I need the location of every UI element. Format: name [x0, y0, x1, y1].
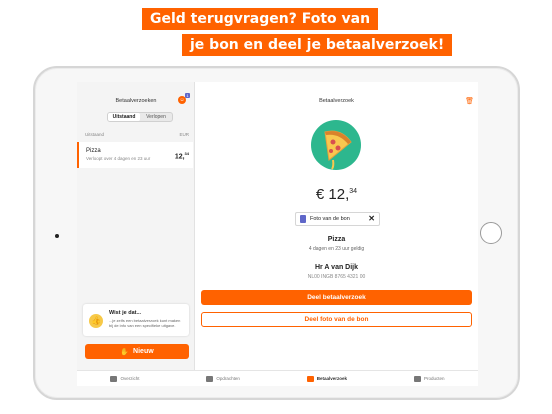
requests-list-panel: Betaalverzoeken ☺ 1 Uitstaand Verlopen U…	[77, 82, 195, 370]
tab-label: Overzicht	[120, 376, 140, 381]
iban-text: NL00 INGB 8765 4321 00	[307, 274, 366, 280]
request-icon	[306, 375, 314, 382]
close-icon[interactable]: ✕	[368, 215, 375, 223]
app-store-screenshot: Geld terugvragen? Foto van je bon en dee…	[0, 0, 552, 414]
request-amount-main: 12,	[174, 153, 185, 161]
tab-bar: Overzicht Opdrachten Betaalverzoek Produ…	[77, 370, 478, 386]
tip-body: ...je zelfs een betaalverzoek kunt maken…	[109, 318, 181, 328]
thumbs-up-icon: 👍	[89, 314, 103, 328]
detail-title: Betaalverzoek	[319, 98, 354, 104]
column-header-right: EUR	[179, 132, 189, 137]
request-amount-cents: 34	[184, 151, 189, 156]
marketing-headline-line1: Geld terugvragen? Foto van	[142, 8, 379, 30]
trash-icon[interactable]: 🗑	[465, 97, 474, 105]
tablet-screen: 9:41 Woe 25 mrt. ▂▄▆ 100% Betaalverzoeke…	[77, 82, 478, 386]
product-name: Pizza	[327, 236, 346, 243]
request-amount: 12,34	[175, 151, 189, 160]
tab-producten[interactable]: Producten	[413, 375, 445, 382]
wallet-icon	[110, 375, 118, 382]
tablet-frame: 9:41 Woe 25 mrt. ▂▄▆ 100% Betaalverzoeke…	[33, 66, 520, 400]
detail-amount-main: € 12,	[315, 186, 350, 203]
hand-coin-icon: ✋	[120, 348, 130, 356]
segment-uitstaand[interactable]: Uitstaand	[108, 113, 140, 121]
receipt-photo-chip[interactable]: Foto van de bon ✕	[295, 212, 380, 226]
marketing-headline-line2: je bon en deel je betaalverzoek!	[182, 34, 453, 56]
account-holder: Hr A van Dijk	[314, 264, 359, 271]
tab-opdrachten[interactable]: Opdrachten	[206, 375, 240, 382]
tab-label: Betaalverzoek	[316, 376, 348, 381]
list-item[interactable]: Pizza Verloopt over 4 dagen en 23 uur 12…	[77, 142, 193, 168]
tab-label: Opdrachten	[216, 376, 240, 381]
person-icon: ☺	[179, 97, 185, 103]
tab-overzicht[interactable]: Overzicht	[110, 375, 140, 382]
detail-amount: € 12,34	[195, 186, 478, 203]
request-detail-panel: Betaalverzoek 🗑 € 12,34 Foto van de bon …	[195, 82, 478, 370]
receipt-icon	[300, 215, 306, 223]
notification-badge: 1	[185, 93, 190, 98]
tip-title: Wist je dat...	[109, 310, 142, 316]
home-button[interactable]	[480, 222, 502, 244]
list-column-header: Uitstaand EUR	[85, 132, 189, 137]
validity-text: 4 dagen en 23 uur geldig	[308, 246, 365, 252]
profile-button[interactable]: ☺ 1	[178, 93, 190, 104]
segment-control: Uitstaand Verlopen	[107, 112, 173, 122]
camera-dot	[55, 234, 59, 238]
new-request-button[interactable]: ✋ Nieuw	[85, 344, 189, 359]
pizza-illustration	[311, 120, 361, 170]
share-receipt-photo-button[interactable]: Deel foto van de bon	[201, 312, 472, 327]
segment-verlopen[interactable]: Verlopen	[140, 113, 172, 121]
detail-amount-cents: 34	[349, 188, 358, 195]
briefcase-icon	[413, 375, 421, 382]
share-request-button[interactable]: Deel betaalverzoek	[201, 290, 472, 305]
calendar-icon	[206, 375, 214, 382]
tab-label: Producten	[423, 376, 445, 381]
tip-card[interactable]: 👍 Wist je dat... ...je zelfs een betaalv…	[83, 304, 189, 336]
request-name: Pizza	[86, 148, 101, 154]
column-header-left: Uitstaand	[85, 132, 105, 137]
pizza-slice-icon	[324, 130, 352, 170]
request-expiry: Verloopt over 4 dagen en 23 uur	[86, 156, 151, 161]
tab-betaalverzoek[interactable]: Betaalverzoek	[306, 375, 348, 382]
receipt-chip-label: Foto van de bon	[310, 216, 350, 222]
new-button-label: Nieuw	[133, 348, 154, 355]
